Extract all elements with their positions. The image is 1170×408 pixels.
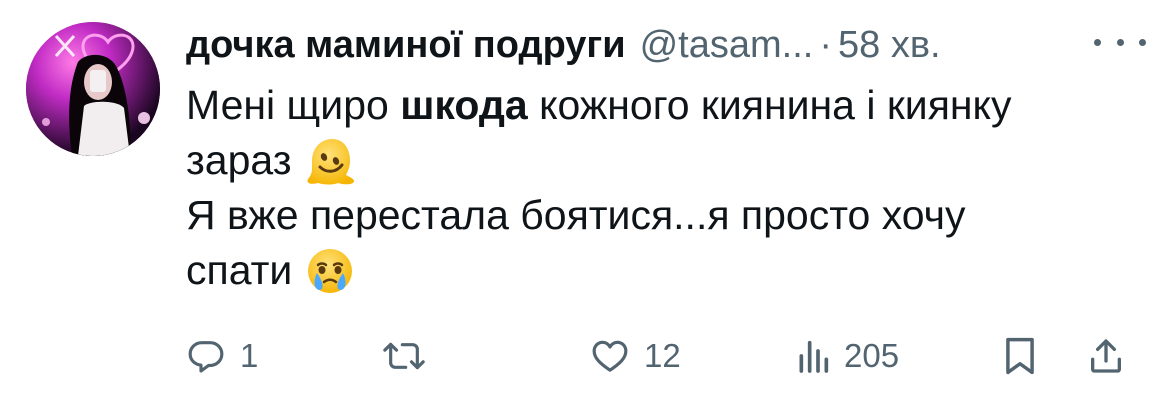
like-count: 12 bbox=[644, 337, 681, 374]
bookmark-button[interactable] bbox=[1001, 330, 1039, 382]
retweet-button[interactable] bbox=[382, 330, 426, 382]
tweet-text-segment: кожного киянина і киянку bbox=[527, 82, 1012, 128]
more-icon[interactable] bbox=[1094, 27, 1146, 57]
tweet-line-1: Мені щиро шкода кожного киянина і киянку bbox=[186, 78, 1146, 133]
author-display-name[interactable]: дочка маминої подруги bbox=[186, 24, 626, 67]
more-dot bbox=[1139, 38, 1146, 46]
reply-button[interactable]: 1 bbox=[186, 330, 258, 382]
tweet-header: дочка маминої подруги @tasam... · 58 хв. bbox=[186, 22, 941, 68]
avatar-image bbox=[26, 22, 160, 156]
melting-face-emoji-icon bbox=[304, 135, 356, 187]
avatar[interactable] bbox=[26, 22, 160, 156]
header-separator: · bbox=[819, 23, 832, 66]
tweet-timestamp[interactable]: 58 хв. bbox=[838, 24, 941, 67]
views-button[interactable]: 205 bbox=[796, 330, 899, 382]
tweet-card[interactable]: дочка маминої подруги @tasam... · 58 хв.… bbox=[0, 0, 1170, 408]
author-handle[interactable]: @tasam... bbox=[640, 24, 814, 67]
views-icon bbox=[799, 340, 829, 373]
heart-icon bbox=[592, 340, 628, 372]
face-holding-back-tears-emoji-icon bbox=[304, 245, 356, 297]
tweet-text: Мені щиро шкода кожного киянина і киянку… bbox=[186, 78, 1146, 298]
like-button[interactable]: 12 bbox=[590, 330, 681, 382]
share-icon bbox=[1091, 339, 1121, 373]
reply-icon bbox=[188, 341, 224, 373]
tweet-line-3: Я вже перестала боятися...я просто хочу bbox=[186, 188, 1146, 243]
tweet-line-4: спати bbox=[186, 243, 1146, 298]
bookmark-icon bbox=[1006, 337, 1034, 375]
tweet-text-segment: зараз bbox=[186, 137, 292, 183]
tweet-text-segment: Я вже перестала боятися...я просто хочу bbox=[186, 192, 966, 238]
retweet-icon bbox=[383, 342, 425, 370]
more-dot bbox=[1094, 38, 1101, 46]
tweet-text-bold: шкода bbox=[400, 82, 528, 128]
tweet-text-segment: спати bbox=[186, 247, 293, 293]
tweet-text-segment: Мені щиро bbox=[186, 82, 401, 128]
share-button[interactable] bbox=[1086, 330, 1126, 382]
tweet-actions: 1 12 205 bbox=[186, 330, 1146, 382]
tweet-line-2: зараз bbox=[186, 133, 1146, 188]
views-count: 205 bbox=[844, 337, 900, 374]
reply-count: 1 bbox=[240, 337, 259, 374]
more-dot bbox=[1116, 38, 1124, 46]
